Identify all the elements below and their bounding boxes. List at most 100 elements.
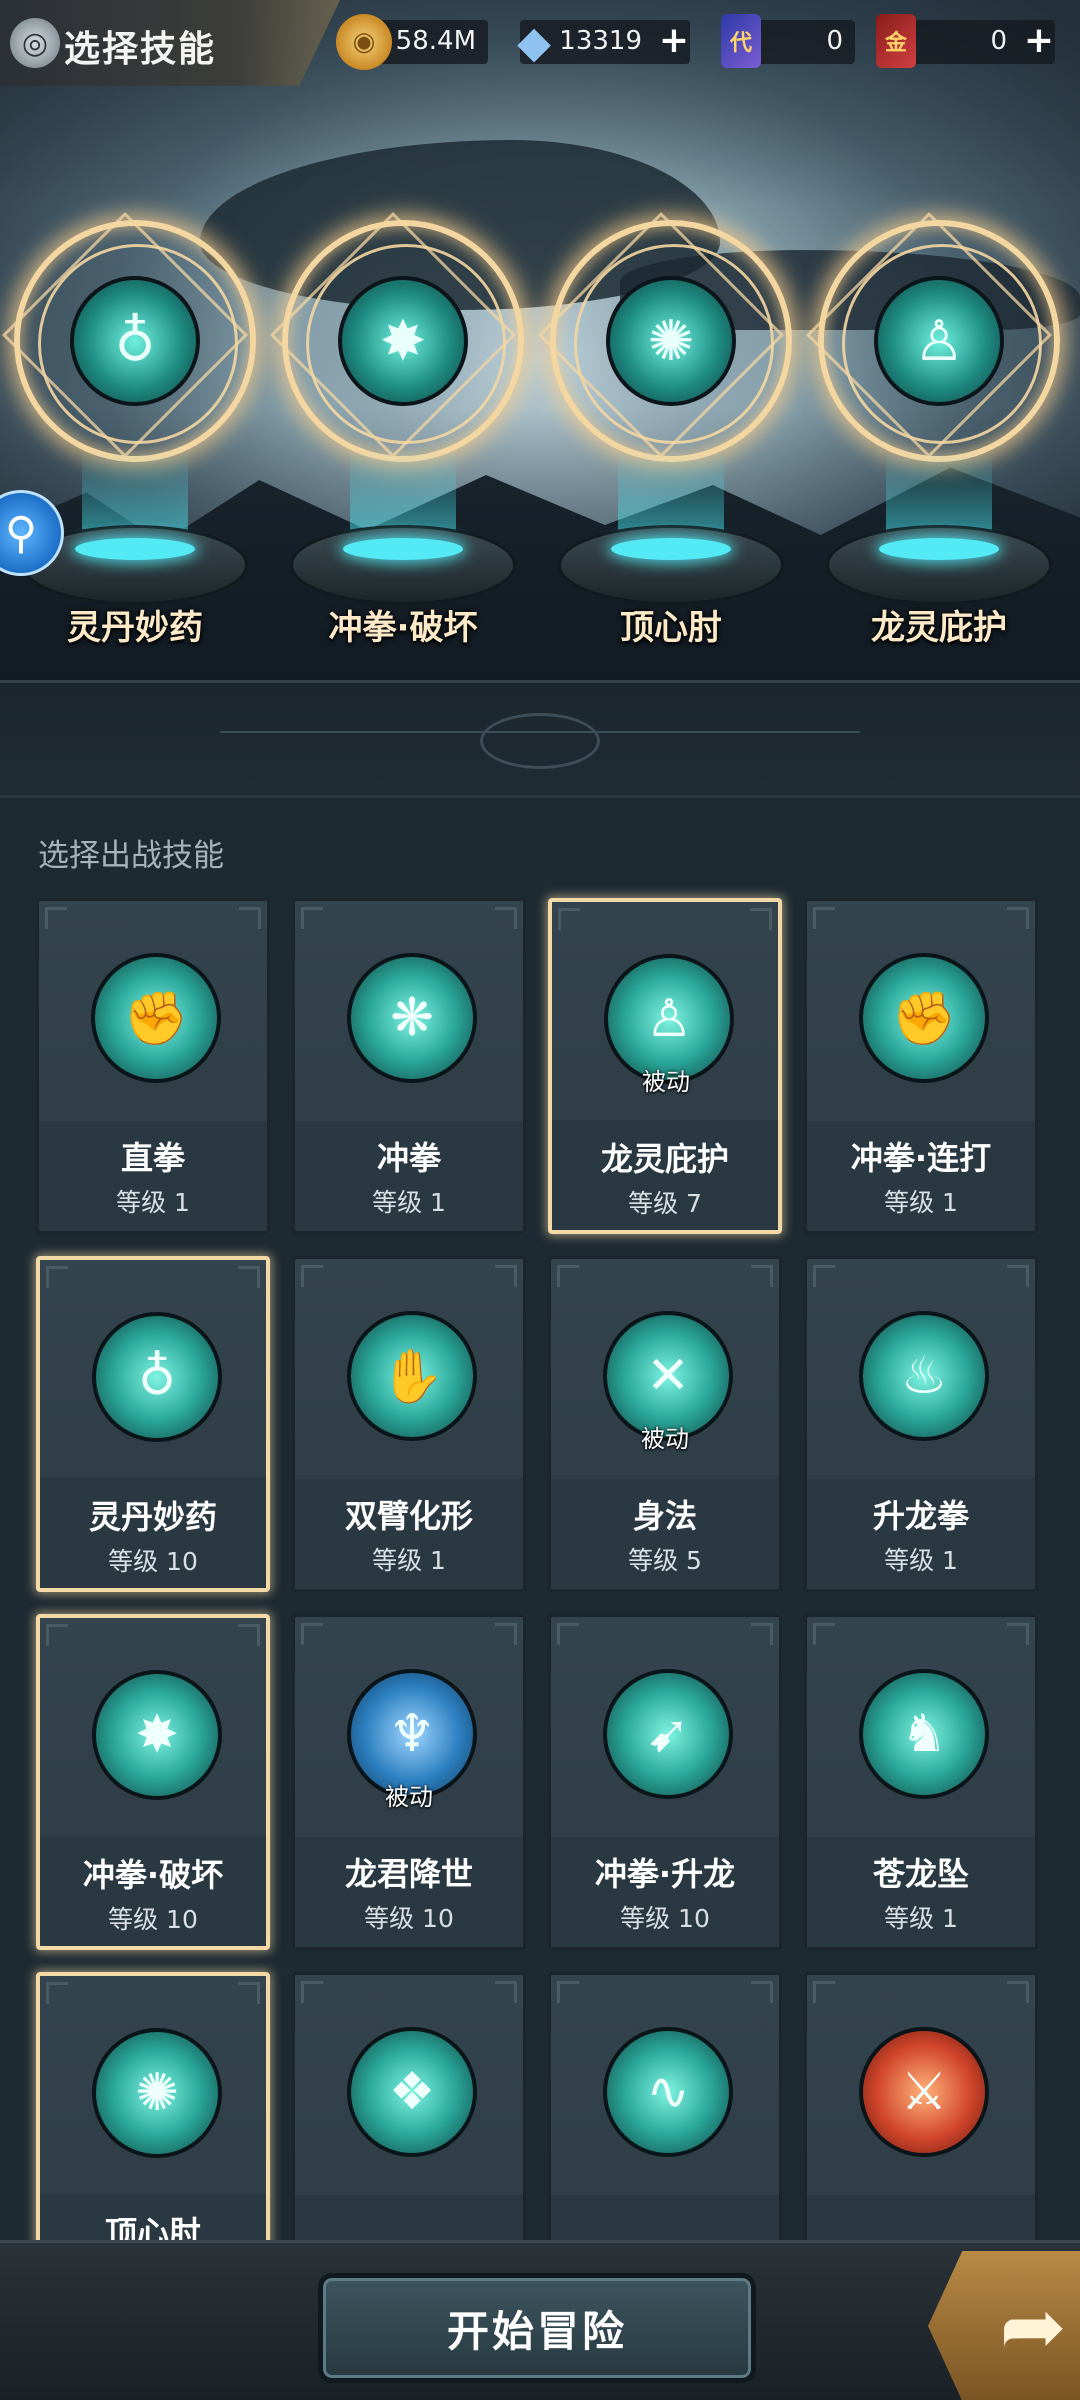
fist-burst-icon: ✸ bbox=[92, 1670, 222, 1800]
skill-card[interactable]: ❋ 冲拳等级 1 bbox=[292, 898, 526, 1234]
gold-voucher-counter[interactable]: 金 0 + bbox=[876, 14, 1057, 68]
start-adventure-button[interactable]: 开始冒险 bbox=[318, 2273, 756, 2383]
page-title: 选择技能 bbox=[64, 29, 217, 70]
equipped-slot-4[interactable]: ♙ 龙灵庇护 bbox=[805, 211, 1064, 670]
skill-card[interactable]: ♁ 灵丹妙药等级 10 bbox=[36, 1256, 270, 1592]
equipped-skill-name: 顶心肘 bbox=[620, 608, 722, 648]
skill-level: 等级 10 bbox=[620, 1904, 710, 1933]
coin-icon: ◉ bbox=[336, 14, 392, 70]
skill-name: 龙君降世 bbox=[344, 1855, 473, 1893]
skill-card[interactable]: ♆ 被动 龙君降世 等级 10 bbox=[292, 1614, 526, 1950]
pedestal bbox=[558, 525, 784, 605]
search-icon: ⚲ bbox=[4, 507, 38, 559]
skill-name: 冲拳·连打 bbox=[850, 1139, 992, 1177]
rising-fist-icon: ➹ bbox=[603, 1669, 733, 1799]
gourd-icon: ♁ bbox=[70, 276, 200, 406]
skill-card[interactable]: ∿ bbox=[548, 1972, 782, 2240]
skill-card[interactable]: ✸ 冲拳·破坏等级 10 bbox=[36, 1614, 270, 1950]
ornamental-divider bbox=[0, 680, 1080, 798]
skill-level: 等级 1 bbox=[884, 1546, 958, 1575]
skill-name: 苍龙坠 bbox=[872, 1855, 969, 1893]
skill-card[interactable]: ✊ 直拳等级 1 bbox=[36, 898, 270, 1234]
next-button[interactable]: ➦ bbox=[928, 2251, 1080, 2400]
pedestal bbox=[826, 525, 1052, 605]
skill-card[interactable]: ✺ 顶心肘 bbox=[36, 1972, 270, 2240]
voucher-icon: 代 bbox=[721, 14, 761, 68]
skill-name: 顶心肘 bbox=[104, 2214, 201, 2240]
passive-badge: 被动 bbox=[385, 1783, 433, 1811]
skill-name: 升龙拳 bbox=[872, 1497, 969, 1535]
elbow-strike-icon: ✺ bbox=[606, 276, 736, 406]
crystal-value: 13319 bbox=[559, 26, 642, 56]
skill-card[interactable]: ⚔ bbox=[804, 1972, 1038, 2240]
skill-level: 等级 7 bbox=[628, 1189, 702, 1218]
skill-name: 身法 bbox=[632, 1497, 697, 1535]
equipped-slot-3[interactable]: ✺ 顶心肘 bbox=[537, 211, 796, 670]
gourd-icon: ♁ bbox=[92, 1312, 222, 1442]
section-label: 选择出战技能 bbox=[38, 838, 224, 874]
skill-card[interactable]: ♞ 苍龙坠等级 1 bbox=[804, 1614, 1038, 1950]
skill-card[interactable]: ➹ 冲拳·升龙等级 10 bbox=[548, 1614, 782, 1950]
gold-counter[interactable]: ◉ 58.4M bbox=[336, 14, 488, 70]
passive-badge: 被动 bbox=[641, 1425, 689, 1453]
skill-level: 等级 1 bbox=[372, 1188, 446, 1217]
equipped-skills-panel: ◎ 选择技能 ◉ 58.4M ◆ 13319 + 代 0 金 0 + ♁ 灵丹妙… bbox=[0, 0, 1080, 680]
rising-dragon-icon: ♨ bbox=[859, 1311, 989, 1441]
skill-name: 冲拳 bbox=[376, 1139, 441, 1177]
voucher-counter[interactable]: 代 0 bbox=[721, 14, 855, 68]
azure-dragon-icon: ♞ bbox=[859, 1669, 989, 1799]
dragon-tiger-icon: ❖ bbox=[347, 2027, 477, 2157]
wandering-dragon-icon: ∿ bbox=[603, 2027, 733, 2157]
twin-arms-icon: ✋ bbox=[347, 1311, 477, 1441]
skill-card[interactable]: ♙ 被动 龙灵庇护 等级 7 bbox=[548, 898, 782, 1234]
skill-name: 直拳 bbox=[120, 1139, 185, 1177]
arrow-right-icon: ➦ bbox=[999, 2279, 1067, 2373]
gold-voucher-icon: 金 bbox=[876, 14, 916, 68]
fist-burst-icon: ✸ bbox=[338, 276, 468, 406]
rush-punch-icon: ❋ bbox=[347, 953, 477, 1083]
equipped-skill-name: 冲拳·破坏 bbox=[328, 608, 478, 648]
skill-selection-panel: 选择出战技能 ✊ 直拳 等级 1 ❋ 冲拳 等级 1 ♙ 被动 龙灵庇护 等级 7 ✊ 冲拳·连打 等级… bbox=[0, 798, 1080, 2240]
skill-level: 等级 1 bbox=[884, 1904, 958, 1933]
skill-level: 等级 10 bbox=[364, 1904, 454, 1933]
skill-card-footer bbox=[551, 2195, 779, 2240]
skill-level: 等级 5 bbox=[628, 1546, 702, 1575]
skill-level: 等级 10 bbox=[108, 1905, 198, 1934]
skill-name: 冲拳·升龙 bbox=[594, 1855, 736, 1893]
skill-card[interactable]: ✊ 冲拳·连打等级 1 bbox=[804, 898, 1038, 1234]
gold-value: 58.4M bbox=[395, 26, 476, 56]
skill-card-footer bbox=[807, 2195, 1035, 2240]
add-crystal-button[interactable]: + bbox=[656, 23, 692, 60]
equipped-skill-name: 龙灵庇护 bbox=[871, 608, 1007, 648]
skill-level: 等级 1 bbox=[372, 1546, 446, 1575]
skill-level: 等级 1 bbox=[884, 1188, 958, 1217]
crystal-counter[interactable]: ◆ 13319 + bbox=[517, 17, 692, 68]
add-gold-voucher-button[interactable]: + bbox=[1021, 23, 1057, 60]
skill-name: 双臂化形 bbox=[344, 1497, 473, 1535]
passive-badge: 被动 bbox=[642, 1068, 690, 1096]
skill-card[interactable]: ❖ bbox=[292, 1972, 526, 2240]
skill-card[interactable]: ♨ 升龙拳等级 1 bbox=[804, 1256, 1038, 1592]
pedestal bbox=[290, 525, 516, 605]
skill-name: 冲拳·破坏 bbox=[82, 1856, 224, 1894]
skill-card[interactable]: ✋ 双臂化形等级 1 bbox=[292, 1256, 526, 1592]
skill-level: 等级 1 bbox=[116, 1188, 190, 1217]
straight-punch-icon: ✊ bbox=[91, 953, 221, 1083]
crystal-icon: ◆ bbox=[517, 16, 551, 68]
bottom-bar: 开始冒险 ➦ bbox=[0, 2240, 1080, 2400]
gold-voucher-value: 0 bbox=[990, 26, 1007, 56]
heavy-strike-icon: ⚔ bbox=[859, 2027, 989, 2157]
equipped-slot-1[interactable]: ♁ 灵丹妙药 bbox=[1, 211, 260, 670]
top-bar: ◎ 选择技能 ◉ 58.4M ◆ 13319 + 代 0 金 0 + bbox=[0, 0, 1080, 86]
skill-name: 灵丹妙药 bbox=[88, 1498, 217, 1536]
skill-name: 龙灵庇护 bbox=[600, 1140, 729, 1178]
skill-card-footer bbox=[295, 2195, 523, 2240]
equipped-skill-name: 灵丹妙药 bbox=[67, 608, 203, 648]
combo-punch-icon: ✊ bbox=[859, 953, 989, 1083]
skill-menu-icon: ◎ bbox=[10, 18, 60, 68]
skill-level: 等级 10 bbox=[108, 1547, 198, 1576]
equipped-slot-2[interactable]: ✸ 冲拳·破坏 bbox=[269, 211, 528, 670]
elbow-strike-icon: ✺ bbox=[92, 2028, 222, 2158]
skill-card[interactable]: ✕ 被动 身法 等级 5 bbox=[548, 1256, 782, 1592]
dragon-guard-icon: ♙ bbox=[874, 276, 1004, 406]
